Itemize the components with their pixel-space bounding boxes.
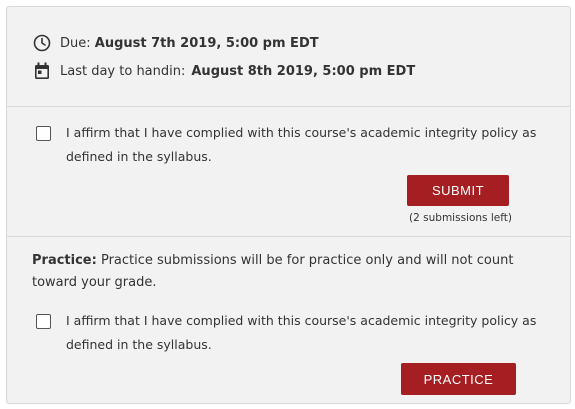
due-dates-section: Due: August 7th 2019, 5:00 pm EDT Last d… xyxy=(7,7,570,107)
practice-note: Practice: Practice submissions will be f… xyxy=(32,250,552,294)
submit-section: I affirm that I have complied with this … xyxy=(7,107,570,237)
handin-row: Last day to handin: August 8th 2019, 5:0… xyxy=(32,61,415,81)
practice-title: Practice: xyxy=(32,253,97,268)
calendar-icon xyxy=(32,61,52,81)
submission-panel: Due: August 7th 2019, 5:00 pm EDT Last d… xyxy=(6,6,571,404)
due-label: Due: xyxy=(60,35,91,51)
practice-affirm-checkbox[interactable] xyxy=(36,314,51,329)
practice-affirm-text: I affirm that I have complied with this … xyxy=(66,313,537,352)
submit-button[interactable]: SUBMIT xyxy=(407,175,509,206)
handin-date: August 8th 2019, 5:00 pm EDT xyxy=(191,63,416,79)
due-row: Due: August 7th 2019, 5:00 pm EDT xyxy=(32,33,319,53)
due-date: August 7th 2019, 5:00 pm EDT xyxy=(94,35,319,51)
handin-label: Last day to handin: xyxy=(60,63,186,79)
submissions-left-note: (2 submissions left) xyxy=(409,212,512,224)
practice-section: Practice: Practice submissions will be f… xyxy=(7,237,570,403)
clock-icon xyxy=(32,33,52,53)
practice-description: Practice submissions will be for practic… xyxy=(32,253,514,290)
affirm-text: I affirm that I have complied with this … xyxy=(66,125,537,164)
practice-button[interactable]: PRACTICE xyxy=(401,363,516,395)
affirm-checkbox[interactable] xyxy=(36,126,51,141)
